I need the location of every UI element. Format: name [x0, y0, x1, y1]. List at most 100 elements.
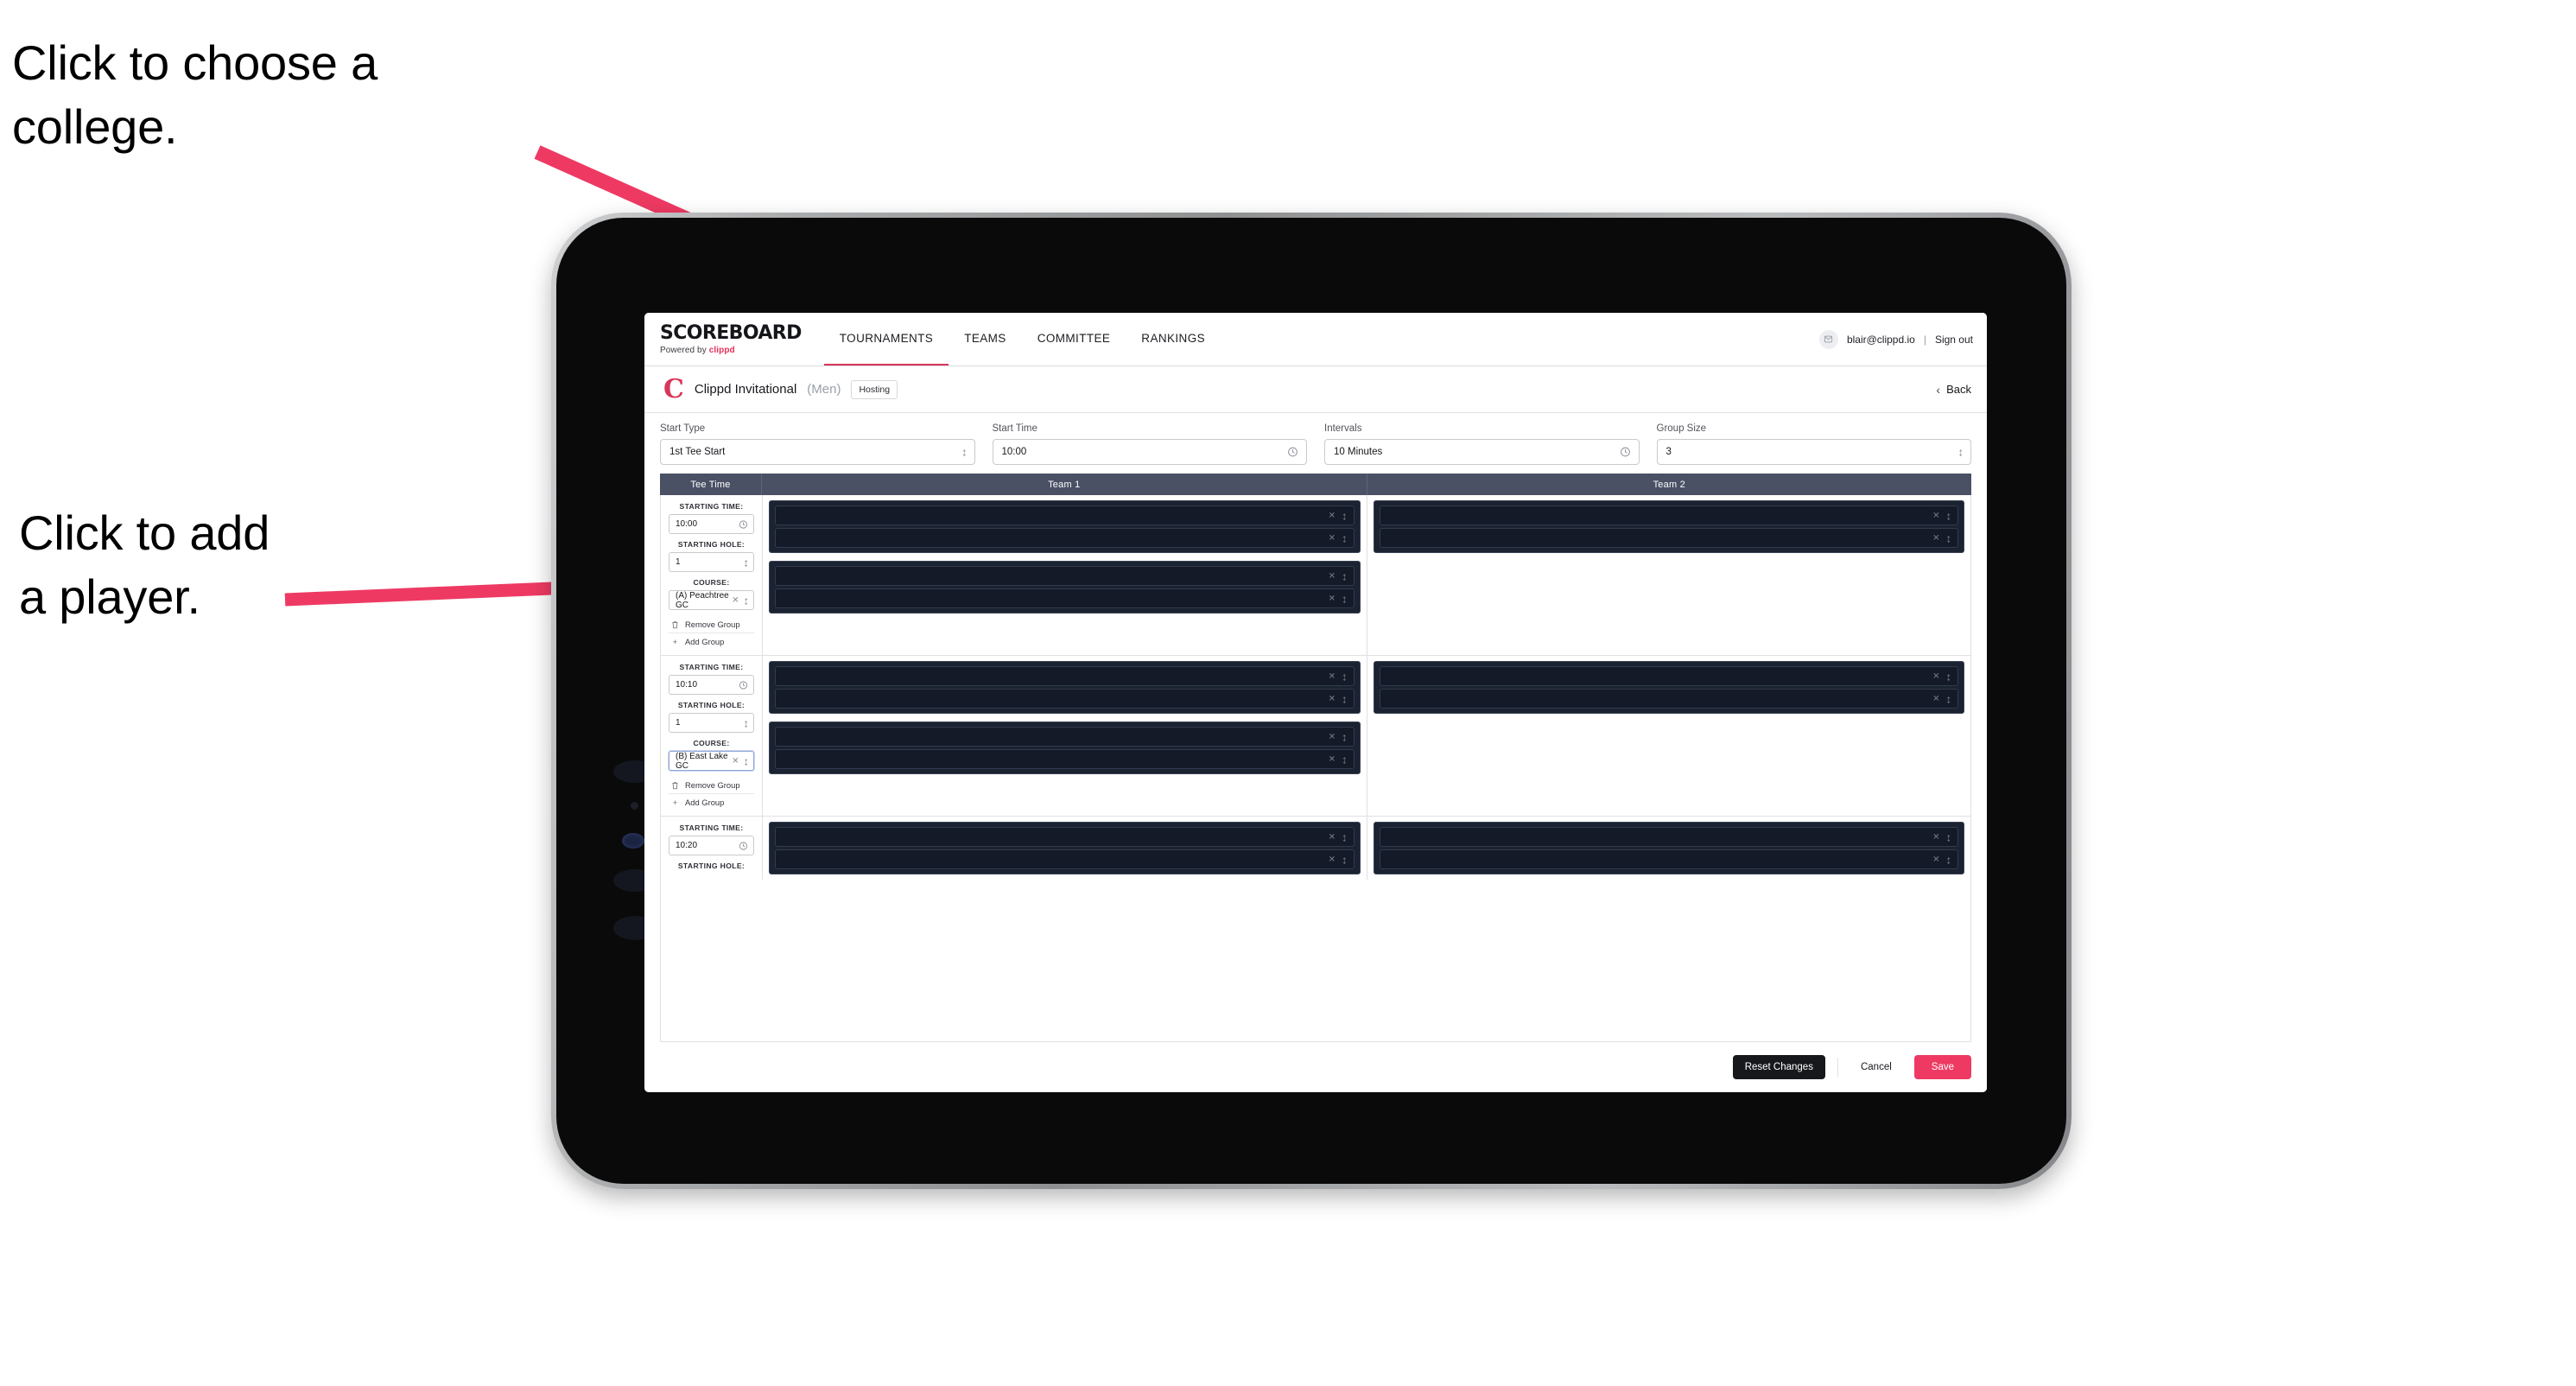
reset-changes-button[interactable]: Reset Changes	[1732, 1055, 1825, 1079]
close-icon[interactable]: ✕	[732, 595, 739, 605]
nav-tab-committee[interactable]: COMMITTEE	[1022, 313, 1126, 366]
player-select[interactable]: ✕ ↕	[775, 827, 1355, 847]
spinner-icon[interactable]: ↕	[1342, 731, 1347, 742]
start-type-select[interactable]: 1st Tee Start ↕	[660, 439, 975, 465]
player-group-panel: ✕ ↕ ✕ ↕	[1373, 661, 1964, 714]
player-select[interactable]: ✕ ↕	[775, 528, 1355, 548]
spinner-icon[interactable]: ↕	[961, 447, 967, 458]
close-icon[interactable]: ✕	[1932, 511, 1939, 520]
spinner-icon[interactable]: ↕	[744, 755, 749, 766]
spinner-icon[interactable]: ↕	[1342, 593, 1347, 604]
starting-time-input[interactable]: 10:20	[669, 836, 754, 855]
player-select[interactable]: ✕ ↕	[775, 849, 1355, 869]
starting-hole-select[interactable]: 1 ↕	[669, 552, 754, 572]
nav-tab-rankings[interactable]: RANKINGS	[1126, 313, 1221, 366]
player-row-icons: ✕ ↕	[1329, 593, 1348, 604]
brand-logo[interactable]: SCOREBOARD Powered by clippd	[660, 313, 824, 366]
close-icon[interactable]: ✕	[1329, 855, 1336, 864]
player-select[interactable]: ✕ ↕	[775, 666, 1355, 686]
spinner-icon[interactable]: ↕	[1342, 854, 1347, 865]
close-icon[interactable]: ✕	[1329, 694, 1336, 703]
player-select[interactable]: ✕ ↕	[775, 588, 1355, 608]
clock-icon[interactable]	[739, 519, 748, 529]
group-size-select[interactable]: 3 ↕	[1656, 439, 1971, 465]
app-screen: SCOREBOARD Powered by clippd TOURNAMENTS…	[644, 313, 1987, 1092]
add-group-button[interactable]: + Add Group	[669, 794, 754, 811]
spinner-icon[interactable]: ↕	[1342, 532, 1347, 544]
start-time-input[interactable]: 10:00	[992, 439, 1307, 465]
close-icon[interactable]: ✕	[1329, 594, 1336, 603]
close-icon[interactable]: ✕	[1329, 832, 1336, 842]
sign-out-link[interactable]: Sign out	[1935, 334, 1973, 346]
player-select[interactable]: ✕ ↕	[1379, 528, 1958, 548]
course-select[interactable]: (B) East Lake GC ✕ ↕	[669, 751, 754, 771]
spinner-icon[interactable]: ↕	[1946, 693, 1951, 704]
back-button[interactable]: ‹ Back	[1936, 383, 1971, 397]
spinner-icon[interactable]: ↕	[1946, 831, 1951, 842]
table-row: STARTING TIME: 10:00 STARTING HOLE: 1 ↕ …	[661, 495, 1970, 656]
table-header-row: Tee Time Team 1 Team 2	[660, 474, 1971, 495]
starting-time-label: STARTING TIME:	[679, 823, 744, 832]
spinner-icon[interactable]: ↕	[1342, 693, 1347, 704]
course-label: COURSE:	[693, 578, 730, 587]
clock-icon[interactable]	[1287, 447, 1298, 458]
starting-time-input[interactable]: 10:00	[669, 514, 754, 534]
player-row-icons: ✕ ↕	[1932, 854, 1951, 865]
spinner-icon[interactable]: ↕	[744, 556, 749, 568]
column-header-team-1: Team 1	[762, 474, 1367, 495]
spinner-icon[interactable]: ↕	[1946, 854, 1951, 865]
close-icon[interactable]: ✕	[1932, 832, 1939, 842]
starting-time-value: 10:20	[676, 841, 698, 850]
course-select[interactable]: (A) Peachtree GC ✕ ↕	[669, 590, 754, 610]
remove-group-button[interactable]: Remove Group	[669, 777, 754, 794]
close-icon[interactable]: ✕	[1932, 855, 1939, 864]
clock-icon[interactable]	[739, 680, 748, 690]
tee-sheet-table-body[interactable]: STARTING TIME: 10:00 STARTING HOLE: 1 ↕ …	[660, 495, 1971, 1042]
player-select[interactable]: ✕ ↕	[1379, 849, 1958, 869]
spinner-icon[interactable]: ↕	[1342, 570, 1347, 582]
spinner-icon[interactable]: ↕	[1342, 831, 1347, 842]
team-1-cell: ✕ ↕ ✕ ↕	[763, 495, 1367, 655]
close-icon[interactable]: ✕	[1329, 533, 1336, 543]
close-icon[interactable]: ✕	[1932, 694, 1939, 703]
clock-icon[interactable]	[1620, 447, 1631, 458]
player-select[interactable]: ✕ ↕	[1379, 827, 1958, 847]
starting-hole-select[interactable]: 1 ↕	[669, 713, 754, 733]
close-icon[interactable]: ✕	[1329, 571, 1336, 581]
close-icon[interactable]: ✕	[1329, 732, 1336, 741]
add-group-button[interactable]: + Add Group	[669, 633, 754, 650]
user-icon[interactable]	[1818, 329, 1838, 349]
save-button[interactable]: Save	[1913, 1055, 1971, 1079]
player-select[interactable]: ✕ ↕	[775, 566, 1355, 586]
player-select[interactable]: ✕ ↕	[775, 727, 1355, 747]
spinner-icon[interactable]: ↕	[1946, 510, 1951, 521]
close-icon[interactable]: ✕	[1329, 754, 1336, 764]
player-select[interactable]: ✕ ↕	[1379, 689, 1958, 709]
close-icon[interactable]: ✕	[1932, 671, 1939, 681]
player-select[interactable]: ✕ ↕	[775, 749, 1355, 769]
nav-tab-teams[interactable]: TEAMS	[949, 313, 1022, 366]
clock-icon[interactable]	[739, 841, 748, 850]
spinner-icon[interactable]: ↕	[1342, 671, 1347, 682]
player-select[interactable]: ✕ ↕	[1379, 505, 1958, 525]
close-icon[interactable]: ✕	[1329, 511, 1336, 520]
player-select[interactable]: ✕ ↕	[775, 689, 1355, 709]
player-select[interactable]: ✕ ↕	[1379, 666, 1958, 686]
nav-tab-tournaments[interactable]: TOURNAMENTS	[823, 313, 949, 366]
spinner-icon[interactable]: ↕	[1342, 753, 1347, 765]
cancel-button[interactable]: Cancel	[1850, 1055, 1902, 1079]
starting-time-input[interactable]: 10:10	[669, 675, 754, 695]
spinner-icon[interactable]: ↕	[1946, 532, 1951, 544]
close-icon[interactable]: ✕	[1329, 671, 1336, 681]
player-select[interactable]: ✕ ↕	[775, 505, 1355, 525]
spinner-icon[interactable]: ↕	[1342, 510, 1347, 521]
close-icon[interactable]: ✕	[1932, 533, 1939, 543]
spinner-icon[interactable]: ↕	[1958, 447, 1964, 458]
close-icon[interactable]: ✕	[732, 756, 739, 766]
spinner-icon[interactable]: ↕	[744, 717, 749, 728]
intervals-input[interactable]: 10 Minutes	[1324, 439, 1640, 465]
spinner-icon[interactable]: ↕	[744, 594, 749, 606]
spinner-icon[interactable]: ↕	[1946, 671, 1951, 682]
back-label: Back	[1946, 383, 1971, 396]
remove-group-button[interactable]: Remove Group	[669, 616, 754, 633]
